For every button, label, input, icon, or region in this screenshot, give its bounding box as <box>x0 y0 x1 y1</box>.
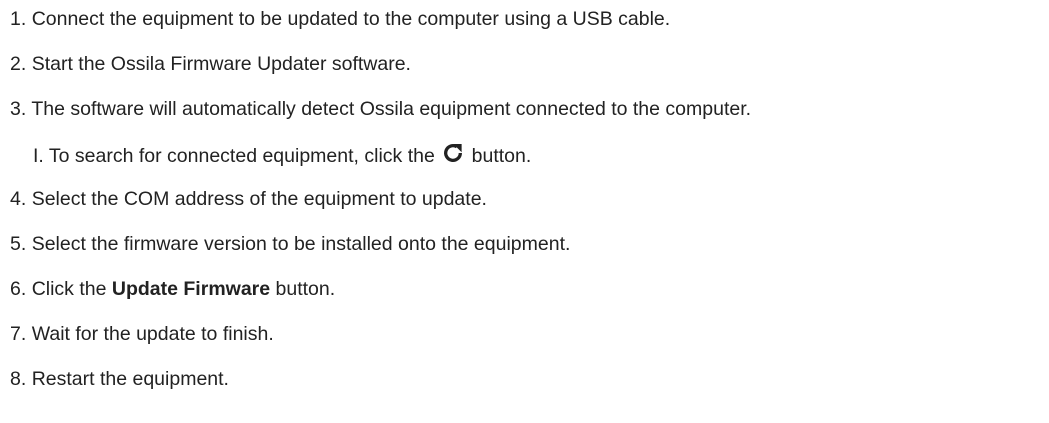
step-text: Connect the equipment to be updated to t… <box>31 8 671 30</box>
substep-text-post: button. <box>471 145 532 167</box>
update-firmware-label: Update Firmware <box>111 278 271 300</box>
step-number: 5. <box>10 233 27 255</box>
step-number: 6. <box>10 278 27 300</box>
step-4: 4. Select the COM address of the equipme… <box>10 187 487 211</box>
step-8: 8. Restart the equipment. <box>10 367 229 391</box>
step-text: Wait for the update to finish. <box>31 323 274 345</box>
step-text: Restart the equipment. <box>31 368 229 390</box>
step-1: 1. Connect the equipment to be updated t… <box>10 7 670 31</box>
substep-3-1: I. To search for connected equipment, cl… <box>33 142 531 168</box>
step-number: 8. <box>10 368 27 390</box>
step-text: Select the firmware version to be instal… <box>31 233 571 255</box>
step-text: The software will automatically detect O… <box>31 98 752 120</box>
substep-number: I. <box>33 145 44 167</box>
substep-text-pre: To search for connected equipment, click… <box>48 145 435 167</box>
step-text: Select the COM address of the equipment … <box>31 188 487 210</box>
step-number: 7. <box>10 323 27 345</box>
step-text-pre: Click the <box>31 278 112 300</box>
step-number: 3. <box>10 98 27 120</box>
step-3: 3. The software will automatically detec… <box>10 97 751 121</box>
step-number: 4. <box>10 188 27 210</box>
refresh-icon <box>442 142 464 164</box>
step-text-post: button. <box>270 278 336 300</box>
step-6: 6. Click the Update Firmware button. <box>10 277 335 301</box>
step-number: 1. <box>10 8 27 30</box>
step-text: Start the Ossila Firmware Updater softwa… <box>31 53 411 75</box>
step-number: 2. <box>10 53 27 75</box>
step-5: 5. Select the firmware version to be ins… <box>10 232 570 256</box>
step-7: 7. Wait for the update to finish. <box>10 322 274 346</box>
step-2: 2. Start the Ossila Firmware Updater sof… <box>10 52 411 76</box>
